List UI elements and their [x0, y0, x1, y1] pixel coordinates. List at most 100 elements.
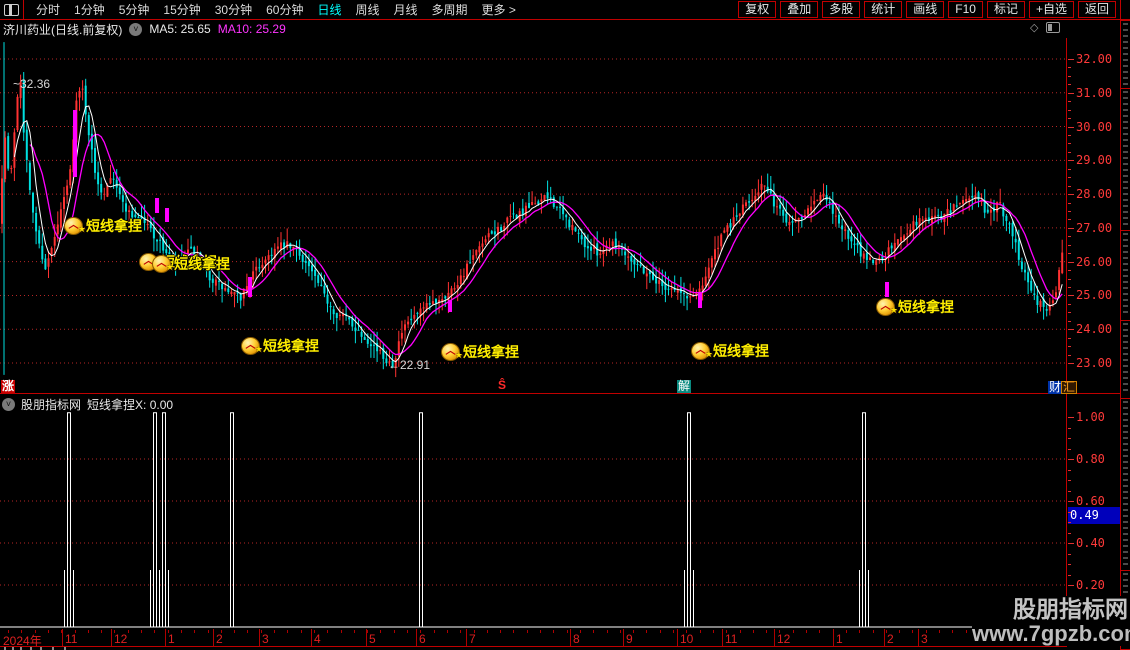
menu-item-period[interactable]: 月线	[387, 0, 425, 19]
timeline-tick	[380, 630, 382, 633]
right-edge-toolbar[interactable]	[1121, 20, 1130, 650]
s-marker-icon[interactable]: Ŝ	[498, 379, 506, 392]
menu-item-tool[interactable]: 标记	[986, 1, 1025, 18]
axis-tick	[1068, 219, 1071, 221]
strip-divider	[1121, 88, 1130, 89]
menu-item-tool[interactable]: 统计	[864, 1, 903, 18]
main-candlestick-chart[interactable]: ~32.36 ←22.91 ︿ ★ 短线拿捏 ︿ ★ 短线拿捏 ︿ ★ 短线拿捏 ︿ ★ 短线拿捏 ︿ ★…	[0, 38, 1067, 393]
timeline-separator	[774, 629, 775, 646]
menu-item-period[interactable]: 1分钟	[67, 0, 112, 19]
timeline-tick	[407, 630, 408, 633]
timeline-label: 2	[887, 632, 894, 646]
price-axis-label: 24.00	[1076, 322, 1113, 337]
cai-badge[interactable]: 财	[1048, 381, 1063, 394]
timeline-tick	[154, 630, 156, 633]
strip-segment[interactable]	[1123, 401, 1128, 567]
axis-tick	[1068, 438, 1071, 439]
timeline-tick	[21, 630, 23, 633]
timeline-separator	[623, 629, 624, 646]
timeline-separator	[570, 629, 571, 646]
timeline-tick	[207, 630, 209, 633]
timeline-label: 6	[419, 632, 426, 646]
menu-item-period[interactable]: 周线	[348, 0, 386, 19]
axis-tick	[1068, 151, 1071, 153]
timeline-tick	[912, 630, 914, 633]
strip-segment[interactable]	[1123, 91, 1128, 227]
timeline-separator	[466, 629, 467, 646]
axis-tick	[1068, 202, 1071, 204]
menu-item-period[interactable]: 日线	[310, 0, 348, 19]
timeline-tick	[593, 630, 595, 633]
timeline-separator	[311, 629, 312, 646]
timeline-label: 4	[314, 632, 321, 646]
axis-tick	[1068, 303, 1071, 305]
timeline-tick	[101, 630, 103, 633]
strip-segment[interactable]	[1123, 233, 1128, 317]
timeline-tick	[726, 630, 728, 633]
strip-segment[interactable]	[1123, 23, 1128, 85]
menu-item-tool[interactable]: 返回	[1077, 1, 1116, 18]
axis-tick	[1068, 287, 1071, 288]
menu-item-period[interactable]: 多周期	[425, 0, 475, 19]
rise-badge[interactable]: 涨	[1, 380, 16, 393]
ma-lines-layer	[13, 105, 1063, 363]
menu-item-period[interactable]: 60分钟	[259, 0, 310, 19]
indicator-canvas	[0, 412, 1067, 628]
axis-tick	[1068, 270, 1071, 272]
timeline-tick	[606, 630, 608, 633]
menu-item-tool[interactable]: F10	[948, 1, 983, 18]
menu-item-period[interactable]: 15分钟	[156, 0, 207, 19]
timeline-tick	[806, 630, 807, 633]
timeline-tick	[127, 630, 129, 633]
timeline-tick	[752, 630, 754, 633]
menu-item-tool[interactable]: +自选	[1028, 1, 1074, 18]
ma5-value: MA5: 25.65	[149, 22, 211, 36]
axis-tick	[1068, 185, 1071, 187]
timeline-tick	[167, 630, 169, 633]
high-price-annotation: ~32.36	[13, 77, 51, 91]
menu-item-tool[interactable]: 画线	[906, 1, 945, 18]
indicator-name-value: 短线拿捏X: 0.00	[87, 398, 174, 412]
strip-segment[interactable]	[1123, 323, 1128, 395]
menu-item-tool[interactable]: 叠加	[780, 1, 819, 18]
timeline-tick	[260, 630, 262, 633]
timeline-tick	[819, 630, 821, 633]
timeline-label: 3	[262, 632, 269, 646]
axis-tick	[1068, 320, 1071, 322]
timeline-tick	[925, 630, 927, 633]
menu-item-tool[interactable]: 多股	[822, 1, 861, 18]
menu-item-period[interactable]: 分时	[29, 0, 67, 19]
layout-split-icon[interactable]	[4, 3, 19, 16]
timeline-tick	[633, 630, 635, 633]
indicator-axis-label: 0.80	[1076, 452, 1105, 466]
timeline-tick	[367, 630, 369, 633]
axis-tick	[1068, 363, 1074, 365]
chevron-down-icon[interactable]: ˅	[129, 22, 143, 36]
axis-tick	[1068, 469, 1071, 471]
price-axis-label: 26.00	[1076, 254, 1113, 269]
axis-tick	[1068, 459, 1074, 460]
timeline-tick	[899, 630, 901, 633]
indicator-panel[interactable]: ˅ 股朋指标网 短线拿捏X: 0.00	[0, 398, 1067, 629]
window-layout-icon[interactable]	[1046, 22, 1061, 33]
price-axis-label: 28.00	[1076, 187, 1113, 202]
axis-tick	[1068, 67, 1071, 69]
axis-tick	[1068, 244, 1071, 246]
timeline-tick	[141, 630, 142, 633]
price-axis-label: 31.00	[1076, 85, 1113, 100]
hui-badge[interactable]: 汇	[1061, 381, 1078, 394]
diamond-icon[interactable]: ◇	[1030, 21, 1038, 34]
menu-item-period[interactable]: 5分钟	[112, 0, 157, 19]
jie-badge[interactable]: 解	[677, 380, 692, 393]
timeline-tick	[872, 630, 874, 633]
axis-tick	[1068, 553, 1071, 555]
divider	[23, 0, 24, 19]
timeline-tick	[287, 630, 289, 633]
timeline-tick	[832, 630, 834, 633]
menu-item-tool[interactable]: 复权	[738, 1, 777, 18]
menu-item-period[interactable]: 更多 >	[475, 0, 523, 19]
axis-tick	[1068, 346, 1071, 348]
axis-tick	[1068, 118, 1071, 120]
menu-item-period[interactable]: 30分钟	[208, 0, 259, 19]
chevron-down-icon[interactable]: ˅	[2, 398, 15, 411]
